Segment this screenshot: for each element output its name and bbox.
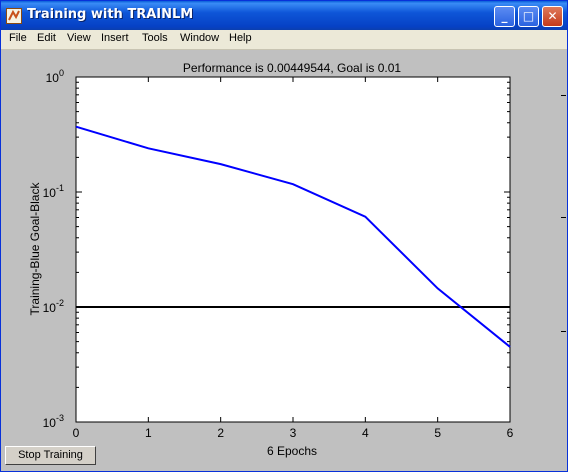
x-axis-label: 6 Epochs xyxy=(267,444,317,458)
x-tick-label: 1 xyxy=(145,426,152,440)
edge-tick-mark xyxy=(561,331,566,332)
x-tick-label: 2 xyxy=(217,426,224,440)
y-tick-label: 10-2 xyxy=(43,298,64,315)
y-tick-label: 10-3 xyxy=(43,413,64,430)
y-tick-label: 100 xyxy=(46,68,64,85)
performance-plot: Performance is 0.00449544, Goal is 0.01 … xyxy=(28,61,514,458)
x-tick-label: 4 xyxy=(362,426,369,440)
edge-tick-mark xyxy=(561,217,566,218)
y-axis-label: Training-Blue Goal-Black xyxy=(28,182,42,316)
plot-axes-box xyxy=(75,76,511,423)
edge-tick-mark xyxy=(561,95,566,96)
x-tick-label: 5 xyxy=(434,426,441,440)
stop-training-button[interactable]: Stop Training xyxy=(5,446,96,465)
y-tick-label: 10-1 xyxy=(43,183,64,200)
x-tick-label: 0 xyxy=(73,426,80,440)
x-tick-label: 3 xyxy=(290,426,297,440)
plot-title: Performance is 0.00449544, Goal is 0.01 xyxy=(183,61,401,75)
x-tick-label: 6 xyxy=(507,426,514,440)
